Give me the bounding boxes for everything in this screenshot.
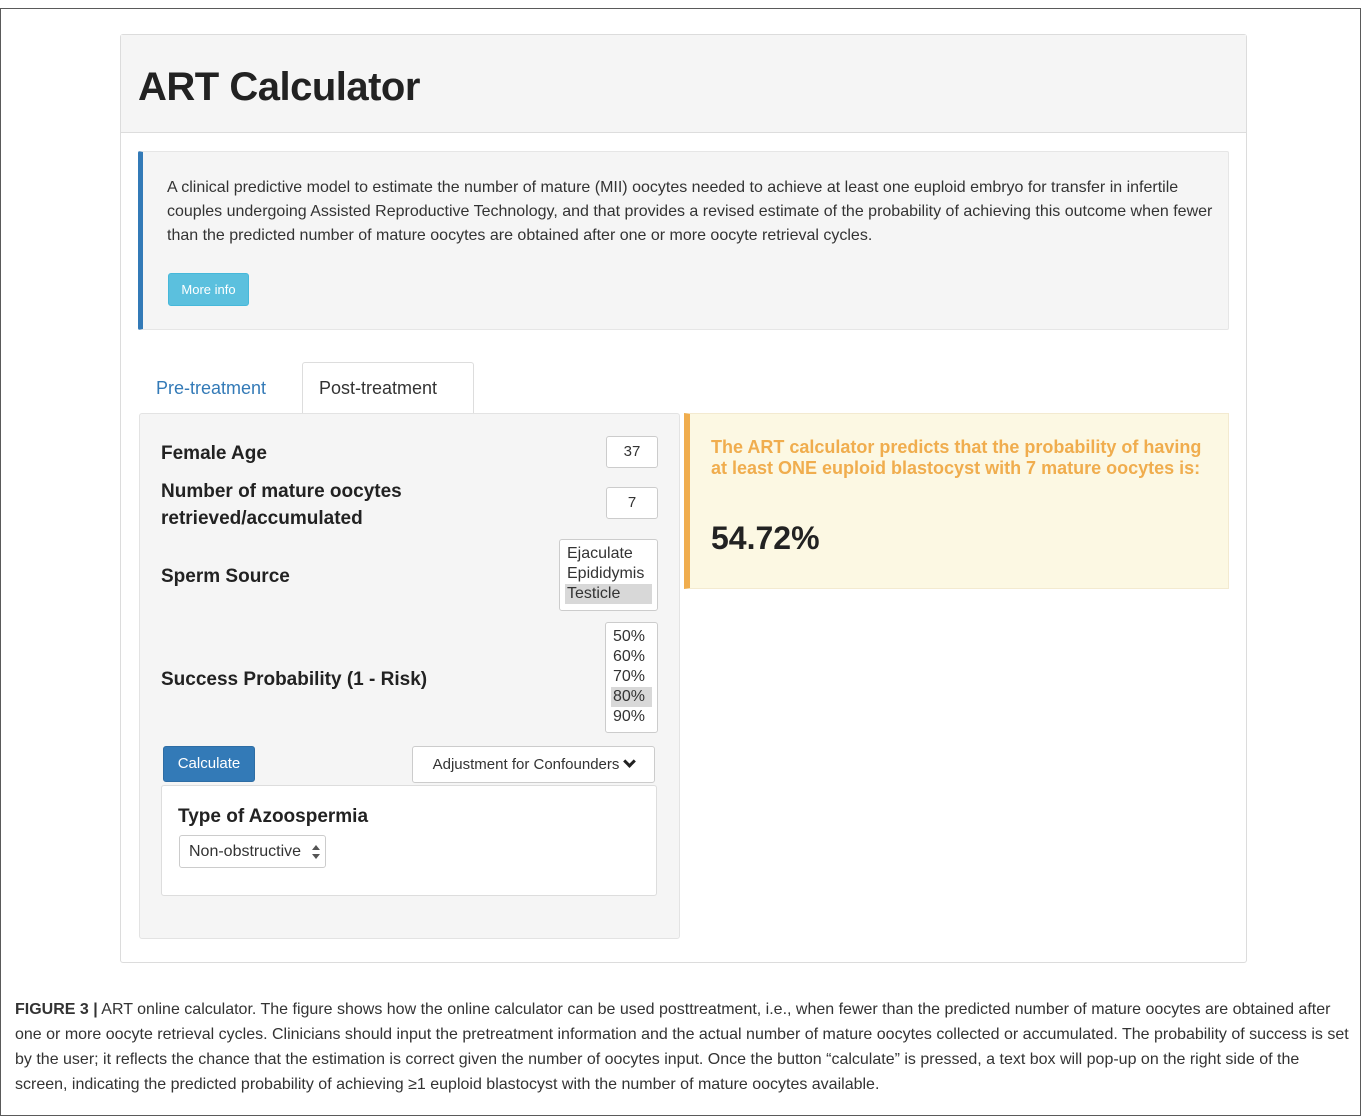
- oocytes-label: Number of mature oocytes retrieved/accum…: [161, 481, 402, 529]
- chevron-down-icon: [623, 755, 637, 768]
- more-info-button[interactable]: More info: [168, 273, 249, 306]
- success-option-selected[interactable]: 80%: [611, 687, 652, 707]
- page-title: ART Calculator: [138, 65, 420, 109]
- description-panel: A clinical predictive model to estimate …: [138, 151, 1229, 330]
- sperm-source-label: Sperm Source: [161, 566, 290, 587]
- sperm-source-listbox[interactable]: Ejaculate Epididymis Testicle: [559, 539, 658, 611]
- success-option[interactable]: 50%: [611, 627, 652, 647]
- confounders-label: Adjustment for Confounders: [432, 756, 620, 773]
- caption-text: ART online calculator. The figure shows …: [15, 1001, 1349, 1093]
- select-arrows-icon: [312, 845, 320, 859]
- confounders-dropdown-button[interactable]: Adjustment for Confounders: [412, 746, 655, 783]
- result-probability: 54.72%: [711, 520, 820, 556]
- result-message: The ART calculator predicts that the pro…: [711, 437, 1202, 478]
- input-panel: Female Age 37 Number of mature oocytes r…: [139, 413, 680, 939]
- tab-post-treatment[interactable]: Post-treatment: [302, 362, 474, 414]
- success-probability-label: Success Probability (1 - Risk): [161, 669, 428, 690]
- confounders-panel: Type of Azoospermia Non-obstructive: [161, 785, 657, 896]
- success-option[interactable]: 90%: [611, 707, 652, 727]
- azoospermia-select[interactable]: Non-obstructive: [179, 835, 326, 868]
- sperm-source-option-selected[interactable]: Testicle: [565, 584, 652, 604]
- sperm-source-option[interactable]: Epididymis: [565, 564, 652, 584]
- success-probability-listbox[interactable]: 50% 60% 70% 80% 90%: [605, 622, 658, 733]
- figure-frame: ART Calculator A clinical predictive mod…: [0, 8, 1361, 1116]
- azoospermia-value: Non-obstructive: [189, 843, 302, 860]
- calculate-button[interactable]: Calculate: [163, 746, 255, 782]
- description-text: A clinical predictive model to estimate …: [167, 179, 1213, 244]
- sperm-source-option[interactable]: Ejaculate: [565, 544, 652, 564]
- success-option[interactable]: 70%: [611, 667, 652, 687]
- oocytes-input[interactable]: 7: [606, 487, 658, 519]
- art-calculator-app: ART Calculator A clinical predictive mod…: [120, 34, 1247, 963]
- app-header: ART Calculator: [121, 35, 1246, 133]
- caption-label: FIGURE 3 |: [15, 1001, 98, 1018]
- female-age-label: Female Age: [161, 443, 267, 464]
- result-panel: The ART calculator predicts that the pro…: [684, 413, 1229, 589]
- figure-caption: FIGURE 3 | ART online calculator. The fi…: [15, 997, 1351, 1097]
- success-option[interactable]: 60%: [611, 647, 652, 667]
- tab-pre-treatment[interactable]: Pre-treatment: [140, 363, 282, 413]
- azoospermia-label: Type of Azoospermia: [178, 806, 369, 827]
- female-age-input[interactable]: 37: [606, 436, 658, 468]
